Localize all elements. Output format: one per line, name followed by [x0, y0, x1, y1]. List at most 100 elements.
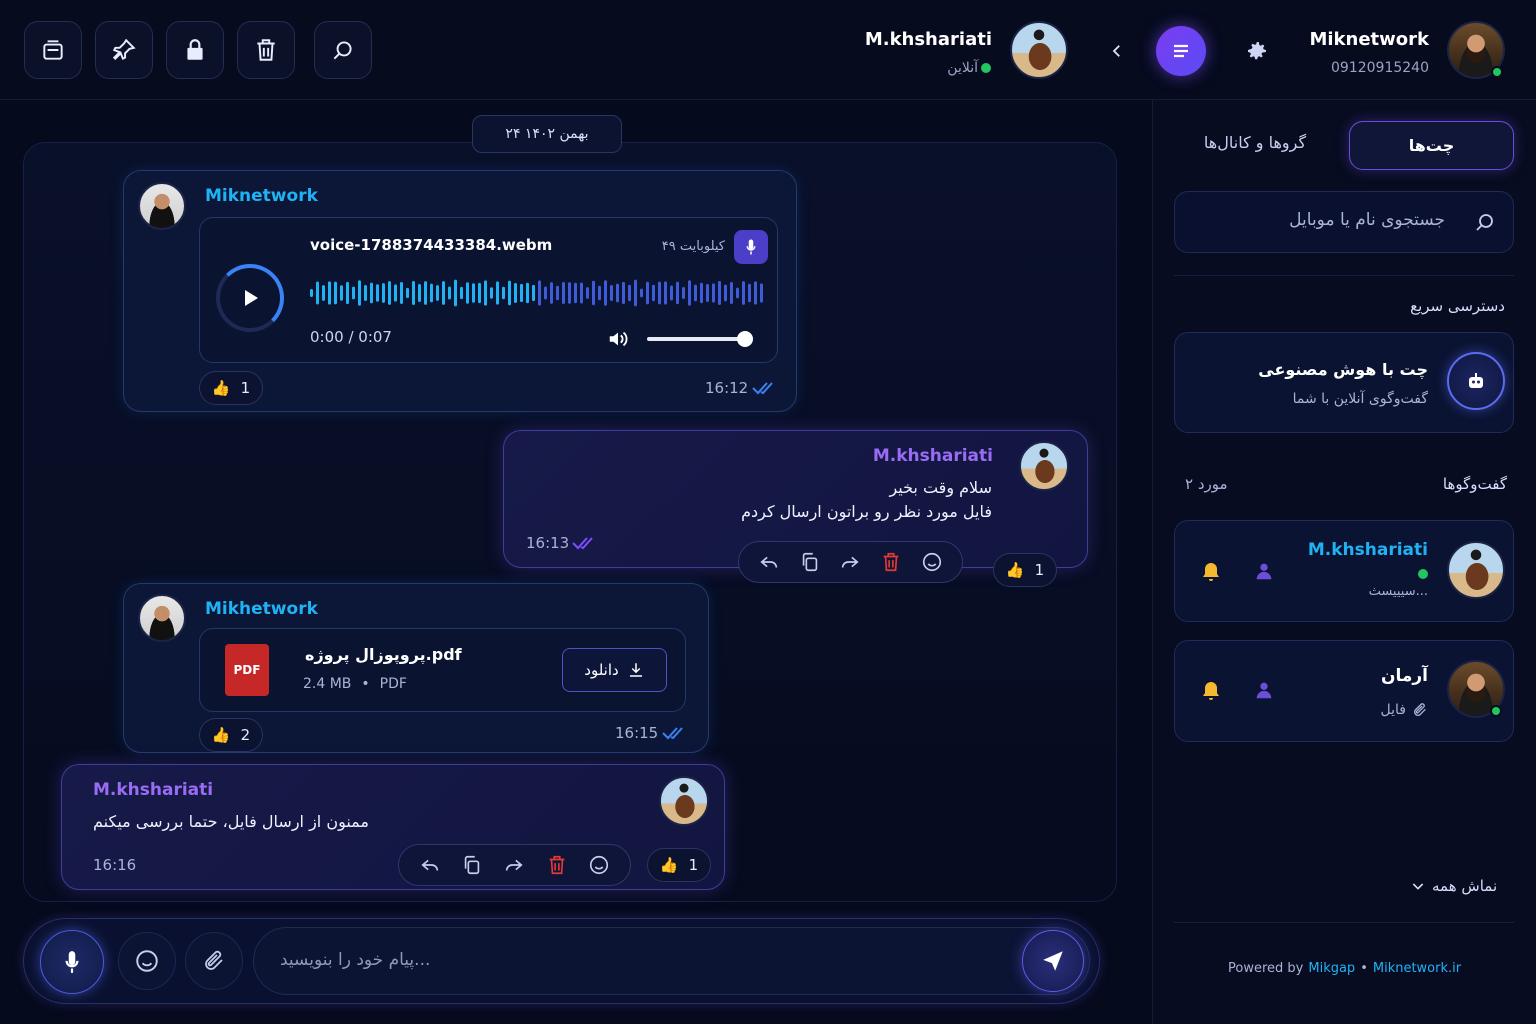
user-icon[interactable]: [1253, 679, 1275, 701]
window-button[interactable]: [24, 21, 82, 79]
user-icon[interactable]: [1253, 560, 1275, 582]
conversations-label: گفت‌وگوها: [1442, 475, 1507, 493]
pin-button[interactable]: [95, 21, 153, 79]
waveform: [310, 279, 763, 307]
conversation-preview: فایل: [1380, 702, 1406, 718]
emoji-icon[interactable]: [588, 854, 610, 876]
delete-icon[interactable]: [880, 551, 902, 573]
sender-name: M.khshariati: [872, 446, 993, 466]
window-icon: [43, 40, 63, 60]
waveform-bar: [706, 283, 709, 303]
record-voice-button[interactable]: [40, 930, 104, 994]
robot-icon: [1469, 373, 1483, 388]
waveform-bar: [580, 282, 583, 304]
reaction-badge[interactable]: 👍 2: [199, 718, 263, 752]
volume-knob[interactable]: [737, 331, 753, 347]
gear-icon: [1248, 42, 1266, 60]
emoji-icon[interactable]: [921, 551, 943, 573]
search-button[interactable]: [314, 21, 372, 79]
top-bar: [0, 0, 1536, 100]
reply-icon[interactable]: [758, 551, 780, 573]
divider: [1174, 922, 1514, 923]
reaction-badge[interactable]: 👍 1: [993, 553, 1057, 587]
user-online-indicator: [1491, 66, 1503, 78]
message-actions: [398, 844, 631, 886]
waveform-bar: [742, 281, 745, 305]
miknetwork-link[interactable]: Miknetwork.ir: [1373, 961, 1461, 976]
sender-avatar: [1019, 441, 1069, 491]
delete-icon[interactable]: [546, 854, 568, 876]
lock-button[interactable]: [166, 21, 224, 79]
bell-icon[interactable]: [1199, 679, 1223, 703]
mic-badge: [734, 230, 768, 264]
menu-button[interactable]: [1156, 26, 1206, 76]
delete-chat-button[interactable]: [237, 21, 295, 79]
waveform-bar: [508, 280, 511, 306]
waveform-bar: [640, 288, 643, 298]
volume-slider[interactable]: [647, 337, 745, 341]
attach-button[interactable]: [185, 932, 243, 990]
search-placeholder: جستجوی نام یا موبایل: [1289, 210, 1445, 230]
waveform-bar: [340, 285, 343, 301]
voice-duration: 0:00 / 0:07: [310, 328, 392, 346]
waveform-bar: [454, 279, 457, 307]
volume-icon[interactable]: [606, 328, 630, 350]
emoji-icon: [136, 950, 158, 972]
voice-file-size: ۴۹ کیلوبایت: [661, 239, 725, 254]
waveform-bar: [412, 281, 415, 305]
sender-name: Miknetwork: [205, 186, 318, 206]
show-all-link[interactable]: نماش همه: [1410, 877, 1497, 895]
tab-groups-channels[interactable]: گروها و کانال‌ها: [1185, 133, 1325, 152]
play-button[interactable]: [216, 264, 284, 332]
forward-icon[interactable]: [839, 551, 861, 573]
thumbs-up-icon: 👍: [211, 726, 231, 744]
waveform-bar: [760, 283, 763, 303]
waveform-bar: [622, 281, 625, 305]
copy-icon[interactable]: [799, 551, 821, 573]
waveform-bar: [442, 281, 445, 305]
bell-icon[interactable]: [1199, 560, 1223, 584]
waveform-bar: [700, 282, 703, 304]
settings-button[interactable]: [1240, 34, 1274, 68]
waveform-bar: [736, 287, 739, 299]
waveform-bar: [328, 281, 331, 305]
waveform-bar: [514, 282, 517, 304]
online-indicator: [1418, 569, 1428, 579]
waveform-bar: [574, 282, 577, 304]
tab-chats[interactable]: چت‌ها: [1349, 121, 1514, 170]
send-button[interactable]: [1022, 930, 1084, 992]
waveform-bar: [718, 281, 721, 305]
ai-chat-title: چت با هوش مصنوعی: [1258, 360, 1428, 379]
reaction-badge[interactable]: 👍 1: [199, 371, 263, 405]
online-indicator: [981, 63, 991, 73]
waveform-bar: [598, 285, 601, 301]
copy-icon[interactable]: [461, 854, 483, 876]
waveform-bar: [568, 282, 571, 304]
download-button[interactable]: دانلود: [562, 648, 667, 692]
back-button[interactable]: [1100, 34, 1134, 68]
online-indicator: [1490, 705, 1502, 717]
message-time: 16:12: [705, 379, 749, 397]
waveform-bar: [520, 283, 523, 303]
contact-status: آنلاین: [947, 60, 978, 76]
lock-icon: [187, 39, 203, 60]
waveform-bar: [658, 281, 661, 305]
waveform-bar: [646, 281, 649, 305]
contact-avatar[interactable]: [1010, 21, 1068, 79]
message-time: 16:13: [526, 534, 570, 552]
paperclip-icon: [205, 950, 223, 970]
read-ticks-icon: [572, 537, 593, 550]
powered-by-footer: Powered by Mikgap • Miknetwork.ir: [1228, 961, 1462, 976]
menu-icon: [1174, 44, 1188, 58]
user-phone: 09120915240: [1331, 60, 1429, 76]
waveform-bar: [730, 282, 733, 304]
reply-icon[interactable]: [419, 854, 441, 876]
waveform-bar: [526, 282, 529, 304]
forward-icon[interactable]: [503, 854, 525, 876]
mikgap-link[interactable]: Mikgap: [1308, 961, 1355, 976]
waveform-bar: [754, 281, 757, 305]
reaction-badge[interactable]: 👍 1: [647, 848, 711, 882]
waveform-bar: [310, 289, 313, 297]
search-icon: [1476, 214, 1493, 231]
emoji-button[interactable]: [118, 932, 176, 990]
